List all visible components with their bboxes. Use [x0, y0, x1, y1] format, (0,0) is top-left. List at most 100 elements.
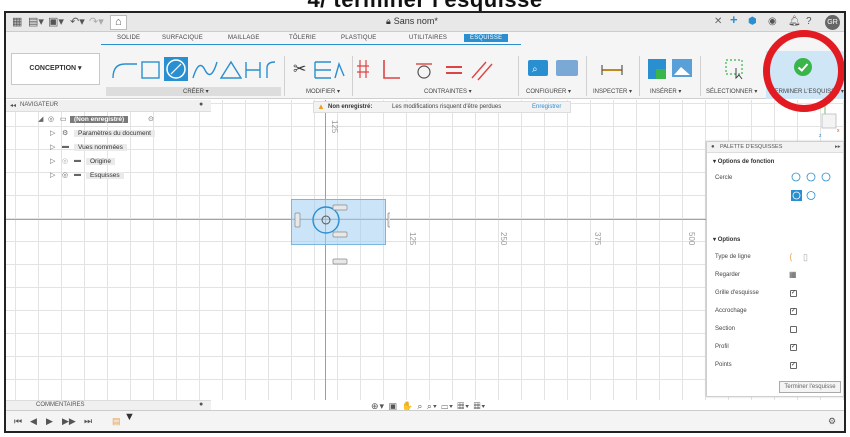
options-section[interactable]: ▾ Options [713, 236, 740, 243]
navigator-item[interactable]: ▷ ⚙ Paramètres du document [50, 129, 170, 140]
manipulator-handle [387, 212, 390, 228]
expand-icon[interactable]: ▷ [50, 143, 55, 151]
select-tool-icon[interactable] [724, 58, 746, 80]
screenshot-frame: 4/ terminer l'esquisse ▦ ▤▾ ▣▾ ↶▾ ↷▾ ⌂ 🔒… [0, 0, 850, 437]
profile-checkbox[interactable]: ✓ [790, 344, 797, 351]
pin-icon[interactable]: ● [199, 101, 203, 108]
collapse-icon[interactable]: ◂◂ [10, 102, 16, 109]
expand-panel-icon[interactable]: ▸▸ [835, 144, 841, 150]
lock-icon: 🔒︎ [386, 16, 391, 26]
folder-icon: ▬ [62, 143, 69, 150]
sketch-circle [312, 206, 340, 234]
job-status-icon[interactable]: ◉ [768, 16, 777, 28]
redo-icon[interactable]: ↷▾ [89, 16, 104, 29]
comments-pin-icon[interactable]: ● [199, 401, 203, 408]
sketch-feature-icon[interactable]: ▤ [112, 416, 121, 427]
expand-icon[interactable]: ▷ [50, 171, 55, 179]
visibility-icon[interactable]: ◎ [62, 171, 68, 179]
navigator-item[interactable]: ▷ ◎ ▬ Origine [50, 157, 170, 168]
expand-icon[interactable]: ◢ [38, 115, 43, 123]
three-point-circle-icon [821, 172, 831, 182]
tab-surfacique[interactable]: SURFACIQUE [162, 35, 203, 41]
inspect-tool-icon[interactable] [600, 60, 624, 80]
expand-icon[interactable]: ▷ [50, 157, 55, 165]
comments-panel: COMMENTAIRES ● [6, 400, 211, 410]
app-grid-icon[interactable]: ▦ [12, 16, 22, 29]
save-now-link[interactable]: Enregistrer [532, 104, 561, 110]
first-step-icon[interactable]: ⏮ [14, 416, 22, 427]
configure-table-icon [556, 60, 578, 76]
activate-radio-icon[interactable]: ⊙ [148, 115, 154, 123]
configure-menu[interactable]: CONFIGURER ▾ [526, 88, 571, 95]
help-icon[interactable]: ? [806, 16, 812, 28]
centerline-icon[interactable]: ▯ [803, 252, 808, 263]
tab-tolerie[interactable]: TÔLERIE [289, 35, 316, 41]
spline-tool-icon [192, 61, 218, 79]
notifications-icon[interactable]: 🔔︎ [788, 16, 801, 28]
user-avatar[interactable]: GR [825, 15, 840, 30]
fusion-app-window: ▦ ▤▾ ▣▾ ↶▾ ↷▾ ⌂ 🔒︎ Sans nom* ✕ + ⬢ ◉ 🔔︎ ?… [4, 11, 846, 433]
profile-label: Profil [715, 344, 729, 350]
root-component-row[interactable]: ◢ ◎ ▭ (Non enregistré) ⊙ [36, 115, 176, 126]
close-tab-icon[interactable]: ✕ [714, 16, 722, 28]
warning-message: Les modifications risquent d'être perdue… [392, 104, 502, 110]
tab-plastique[interactable]: PLASTIQUE [341, 35, 376, 41]
extensions-icon[interactable]: ⬢ [748, 16, 757, 28]
manipulator-handle [332, 231, 348, 238]
tab-utilitaires[interactable]: UTILITAIRES [409, 35, 447, 41]
construction-line-icon[interactable]: ⟨ [789, 252, 793, 263]
window-title: 🔒︎ Sans nom* [386, 16, 438, 27]
workspace-selector[interactable]: CONCEPTION ▾ [11, 53, 100, 85]
snap-checkbox[interactable]: ✓ [790, 308, 797, 315]
two-point-circle-icon [806, 172, 816, 182]
navigator-item[interactable]: ▷ ◎ ▬ Esquisses [50, 171, 170, 182]
svg-text:x: x [837, 128, 840, 134]
slice-checkbox[interactable] [790, 326, 797, 333]
tab-maillage[interactable]: MAILLAGE [228, 35, 260, 41]
constraints-menu[interactable]: CONTRAINTES ▾ [424, 88, 472, 95]
navigator-item[interactable]: ▷ ▬ Vues nommées [50, 143, 170, 154]
timeline-settings-icon[interactable]: ⚙ [828, 416, 836, 427]
previous-step-icon[interactable]: ◀ [30, 416, 37, 427]
fix-constraint-icon [357, 60, 369, 78]
next-step-icon[interactable]: ▶▶ [62, 416, 76, 427]
expand-icon[interactable]: ▷ [50, 129, 55, 137]
visibility-icon[interactable]: ◎ [48, 115, 54, 123]
highlight-ring [763, 30, 844, 112]
function-options-section[interactable]: ▾ Options de fonction [713, 158, 774, 165]
last-step-icon[interactable]: ⏭ [84, 416, 92, 427]
points-checkbox[interactable]: ✓ [790, 362, 797, 369]
tab-solide[interactable]: SOLIDE [117, 35, 140, 41]
timeline-marker-icon[interactable]: ▼ [124, 411, 135, 423]
home-icon[interactable]: ⌂ [110, 15, 127, 30]
tab-esquisse[interactable]: ESQUISSE [464, 34, 509, 42]
circle-label: Cercle [715, 175, 733, 181]
x-tick-label: 375 [593, 232, 602, 246]
manipulator-handle [332, 258, 348, 265]
file-icon[interactable]: ▤▾ [28, 16, 44, 29]
insert-menu[interactable]: INSÉRER ▾ [650, 88, 681, 95]
window-title-text: Sans nom* [393, 16, 438, 26]
browser-panel: ◂◂ NAVIGATEUR ● ◢ ◎ ▭ (Non enregistré) ⊙… [6, 100, 211, 400]
modify-menu[interactable]: MODIFIER ▾ [306, 88, 340, 95]
play-icon[interactable]: ▶ [46, 416, 53, 427]
sketch-grid-checkbox[interactable]: ✓ [790, 290, 797, 297]
finish-sketch-palette-button[interactable]: Terminer l'esquisse [779, 381, 841, 393]
create-menu[interactable]: CRÉER ▾ [183, 88, 209, 95]
timeline-bar: ⏮ ◀ ▶ ▶▶ ⏭ ▤ ▼ ⚙ [6, 410, 844, 431]
navigator-item-label: Vues nommées [74, 144, 127, 151]
points-label: Points [715, 362, 732, 368]
document-icon: ▭ [60, 116, 67, 123]
inspect-menu[interactable]: INSPECTER ▾ [593, 88, 632, 95]
circle-sketch[interactable] [288, 196, 390, 266]
svg-text:z: z [819, 133, 822, 139]
tutorial-caption: 4/ terminer l'esquisse [0, 0, 850, 11]
visibility-icon[interactable]: ◎ [62, 157, 68, 165]
linetype-label: Type de ligne [715, 254, 751, 260]
undo-icon[interactable]: ↶▾ [70, 16, 85, 29]
select-menu[interactable]: SÉLECTIONNER ▾ [706, 88, 757, 95]
save-icon[interactable]: ▣▾ [48, 16, 64, 29]
new-tab-icon[interactable]: + [730, 13, 738, 26]
look-at-icon[interactable]: ▦ [789, 270, 797, 279]
coincident-constraint-icon [383, 60, 400, 79]
